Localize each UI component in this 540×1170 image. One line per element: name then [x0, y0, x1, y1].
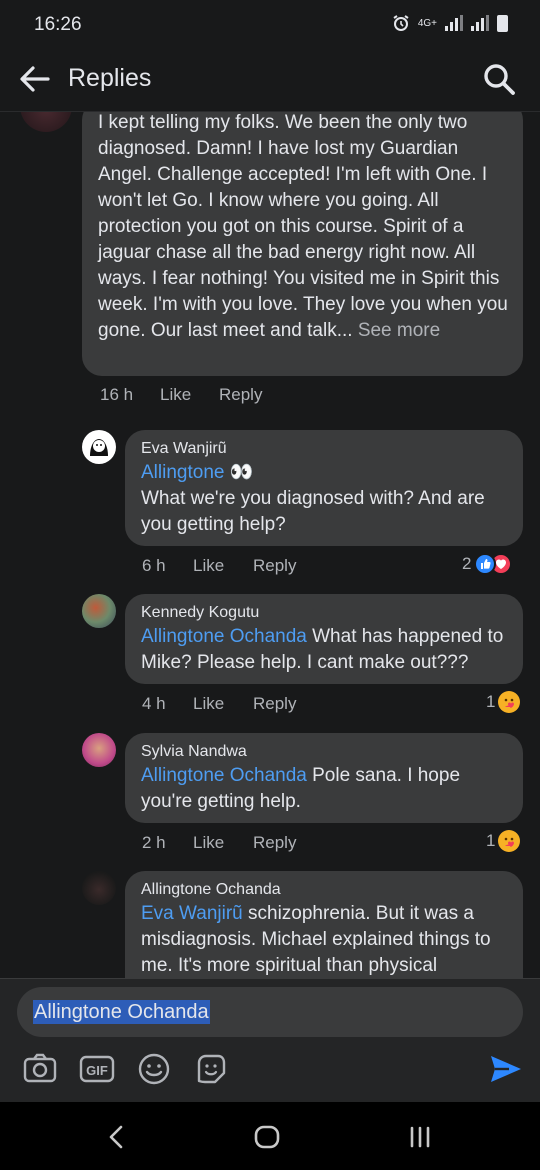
nav-back-icon[interactable] — [100, 1120, 134, 1154]
app-header: Replies — [0, 52, 540, 112]
reply-input[interactable]: Allingtone Ochanda — [17, 987, 523, 1037]
care-reaction-icon — [498, 691, 521, 713]
reply-bubble[interactable]: Kennedy Kogutu Allingtone Ochanda What h… — [125, 594, 523, 684]
care-reaction-icon — [498, 830, 521, 852]
reply-bubble[interactable]: Eva Wanjirũ Allingtone 👀 What we're you … — [125, 430, 523, 546]
reply-text: Allingtone Ochanda Pole sana. I hope you… — [141, 765, 461, 812]
screen: 16:26 4G+ Replies I kept telling my folk… — [0, 0, 540, 1170]
nav-recents-icon[interactable] — [403, 1120, 437, 1154]
see-more-link[interactable]: See more — [358, 320, 440, 341]
like-button[interactable]: Like — [193, 833, 253, 853]
reply-time: 6 h — [142, 556, 166, 575]
mention-link[interactable]: Eva Wanjirũ — [141, 903, 243, 924]
signal-icon — [445, 15, 463, 31]
reaction-count: 2 — [462, 554, 472, 573]
search-icon[interactable] — [482, 62, 516, 96]
like-button[interactable]: Like — [193, 694, 253, 714]
reply-time: 2 h — [142, 833, 166, 852]
reply-time: 4 h — [142, 694, 166, 713]
back-arrow-icon[interactable] — [18, 64, 52, 94]
page-title: Replies — [68, 64, 152, 92]
avatar-drawing — [90, 439, 108, 456]
reply-button[interactable]: Reply — [219, 385, 262, 405]
reply-composer: Allingtone Ochanda GIF — [0, 978, 540, 1102]
send-icon[interactable] — [488, 1051, 524, 1087]
reply-button[interactable]: Reply — [253, 556, 296, 576]
system-nav-bar — [0, 1102, 540, 1170]
reply-text: Allingtone 👀 What we're you diagnosed wi… — [141, 462, 485, 535]
reply-button[interactable]: Reply — [253, 833, 296, 853]
status-bar: 16:26 4G+ — [0, 0, 540, 52]
comment-time: 16 h — [100, 385, 134, 404]
reaction-summary[interactable]: 2 — [462, 553, 513, 575]
emoji-icon[interactable] — [136, 1051, 172, 1087]
avatar[interactable] — [82, 430, 116, 464]
svg-text:GIF: GIF — [86, 1063, 108, 1078]
battery-icon — [497, 14, 508, 32]
comment-bubble[interactable]: I kept telling my folks. We been the onl… — [82, 112, 523, 376]
comment-meta: 16 h Like Reply — [100, 385, 262, 405]
nav-home-icon[interactable] — [250, 1120, 284, 1154]
eyes-emoji: 👀 — [229, 462, 254, 483]
reply-meta: 2 h Like Reply — [142, 833, 296, 853]
reply-meta: 4 h Like Reply — [142, 694, 296, 714]
like-button[interactable]: Like — [160, 385, 219, 405]
reply-bubble[interactable]: Sylvia Nandwa Allingtone Ochanda Pole sa… — [125, 733, 523, 823]
sticker-icon[interactable] — [193, 1051, 229, 1087]
reply-text: Eva Wanjirũ schizophrenia. But it was a … — [141, 903, 491, 976]
reaction-count: 1 — [486, 831, 496, 850]
reply-meta: 6 h Like Reply — [142, 556, 296, 576]
avatar[interactable] — [82, 871, 116, 905]
signal-2-icon — [471, 15, 489, 31]
reply-text: Allingtone Ochanda What has happened to … — [141, 626, 504, 673]
like-reaction-icon — [474, 553, 497, 575]
status-icons: 4G+ — [392, 14, 508, 32]
gif-icon[interactable]: GIF — [79, 1051, 115, 1087]
alarm-icon — [393, 15, 409, 31]
comment-text: I kept telling my folks. We been the onl… — [98, 112, 508, 341]
reply-author[interactable]: Eva Wanjirũ — [141, 440, 227, 458]
network-label: 4G+ — [417, 17, 437, 29]
replies-feed[interactable]: I kept telling my folks. We been the onl… — [0, 112, 540, 978]
avatar[interactable] — [82, 733, 116, 767]
reaction-count: 1 — [486, 692, 496, 711]
status-time: 16:26 — [34, 14, 82, 35]
camera-icon[interactable] — [22, 1051, 58, 1087]
reaction-summary[interactable]: 1 — [486, 830, 521, 852]
reaction-summary[interactable]: 1 — [486, 691, 521, 713]
mention-link[interactable]: Allingtone — [141, 462, 224, 483]
like-button[interactable]: Like — [193, 556, 253, 576]
mention-link[interactable]: Allingtone Ochanda — [141, 626, 307, 647]
reply-button[interactable]: Reply — [253, 694, 296, 714]
mention-link[interactable]: Allingtone Ochanda — [141, 765, 307, 786]
avatar[interactable] — [82, 594, 116, 628]
reply-author[interactable]: Allingtone Ochanda — [141, 881, 281, 899]
reply-bubble[interactable]: Allingtone Ochanda Eva Wanjirũ schizophr… — [125, 871, 523, 978]
avatar[interactable] — [20, 112, 72, 132]
reply-author[interactable]: Sylvia Nandwa — [141, 743, 247, 761]
reply-author[interactable]: Kennedy Kogutu — [141, 604, 259, 622]
reply-input-value: Allingtone Ochanda — [33, 1000, 210, 1024]
